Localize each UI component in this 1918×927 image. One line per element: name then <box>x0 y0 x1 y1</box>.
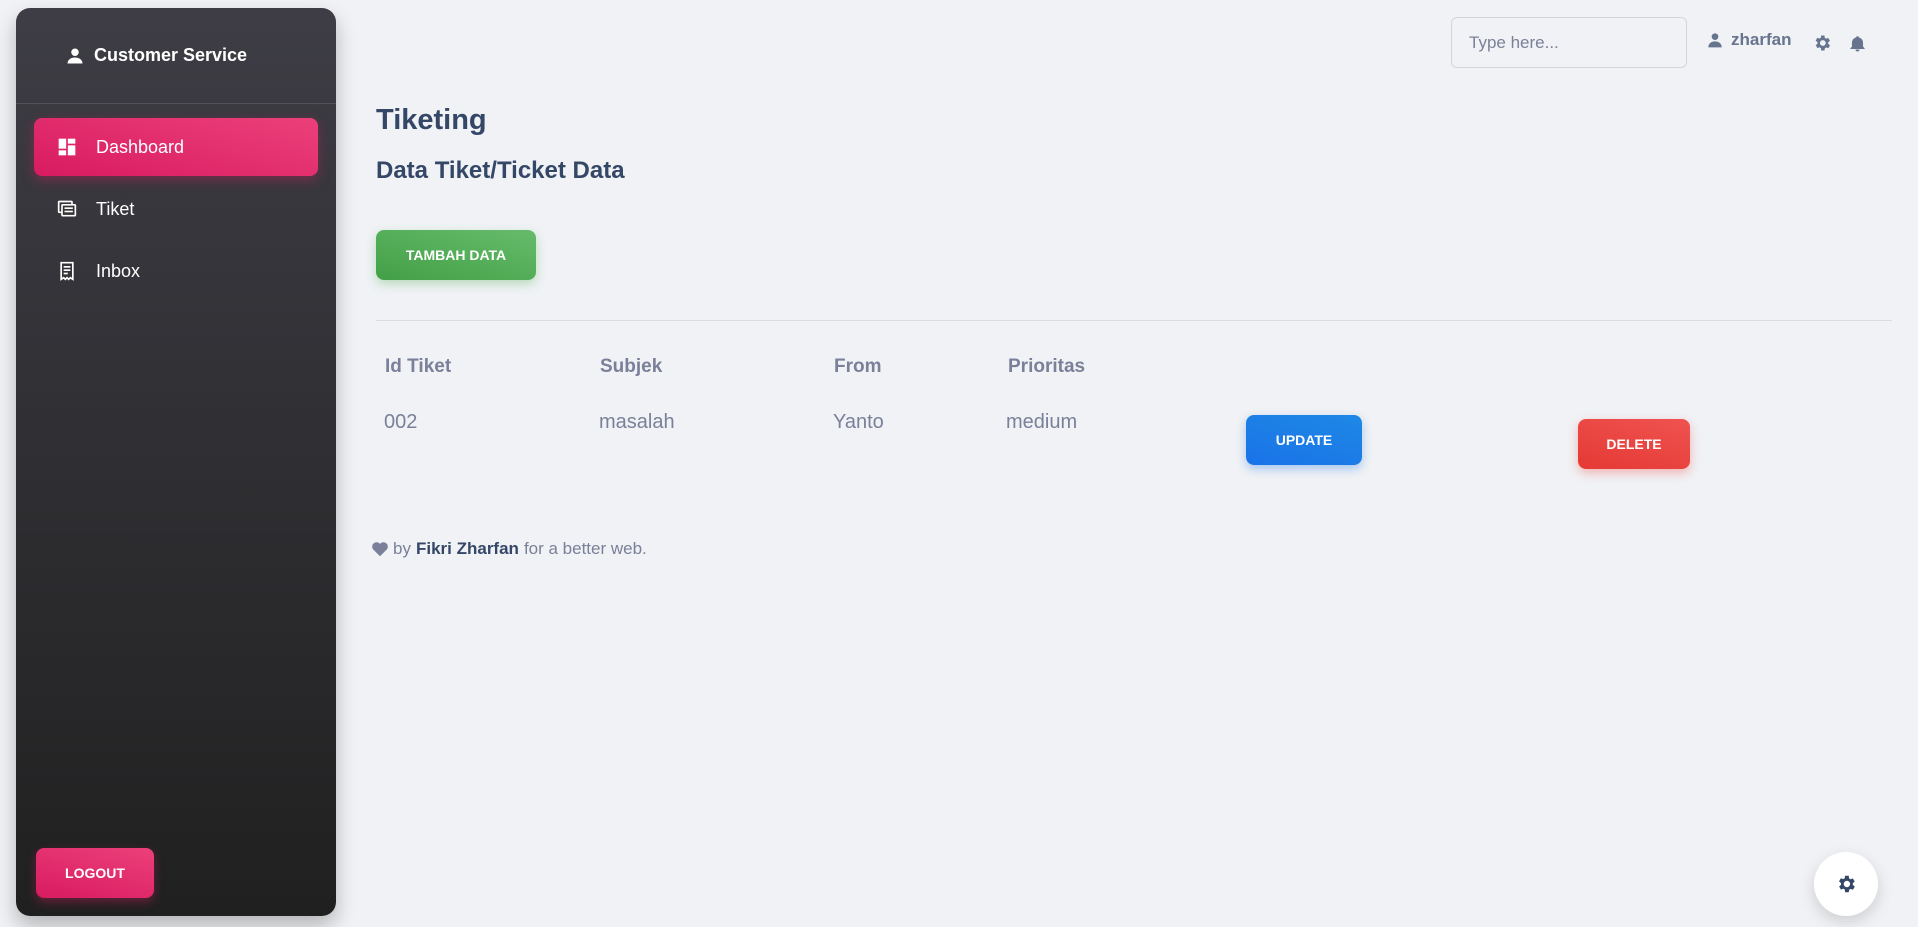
receipt-icon <box>56 260 78 282</box>
search-input[interactable] <box>1451 17 1687 68</box>
cell-subject: masalah <box>599 411 675 433</box>
person-icon <box>66 47 84 65</box>
footer-suffix: for a better web. <box>523 539 647 558</box>
sidebar-brand-label: Customer Service <box>94 45 248 65</box>
sidebar-item-label: Dashboard <box>96 136 185 157</box>
cell-priority: medium <box>1006 411 1078 433</box>
column-header-from: From <box>834 356 882 377</box>
sidebar-item-dashboard[interactable]: Dashboard <box>34 118 318 176</box>
logout-button[interactable]: LOGOUT <box>36 848 154 898</box>
dashboard-icon <box>56 136 78 158</box>
footer-author-link[interactable]: Fikri Zharfan <box>416 539 519 559</box>
add-data-button[interactable]: TAMBAH DATA <box>376 230 536 280</box>
divider <box>376 320 1892 321</box>
gear-icon[interactable] <box>1811 32 1833 54</box>
user-link[interactable]: zharfan <box>1707 30 1791 50</box>
sidebar-item-inbox[interactable]: Inbox <box>34 242 318 300</box>
cell-id: 002 <box>384 411 418 433</box>
sidebar-item-label: Inbox <box>96 260 141 281</box>
sidebar-brand[interactable]: Customer Service <box>16 8 336 104</box>
column-header-priority: Prioritas <box>1008 356 1086 377</box>
column-header-subject: Subjek <box>600 356 663 377</box>
section-title: Data Tiket/Ticket Data <box>376 157 625 184</box>
bell-icon[interactable] <box>1846 32 1868 54</box>
ticket-icon <box>56 198 78 220</box>
gear-icon <box>1835 873 1857 895</box>
cell-from: Yanto <box>833 411 884 433</box>
user-icon <box>1707 32 1723 48</box>
sidebar: Customer Service Dashboard Tiket Inbox L… <box>16 8 336 916</box>
page-title: Tiketing <box>376 104 487 136</box>
sidebar-item-label: Tiket <box>96 198 135 219</box>
update-button[interactable]: UPDATE <box>1246 415 1362 465</box>
column-header-id: Id Tiket <box>385 356 452 377</box>
delete-button[interactable]: DELETE <box>1578 419 1690 469</box>
footer: by Fikri Zharfan for a better web. <box>371 539 647 559</box>
username-label: zharfan <box>1731 30 1792 49</box>
footer-prefix: by <box>393 539 411 558</box>
heart-icon <box>371 541 389 557</box>
sidebar-item-tiket[interactable]: Tiket <box>34 180 318 238</box>
sidebar-nav: Dashboard Tiket Inbox <box>16 104 336 318</box>
settings-fab[interactable] <box>1814 852 1878 916</box>
